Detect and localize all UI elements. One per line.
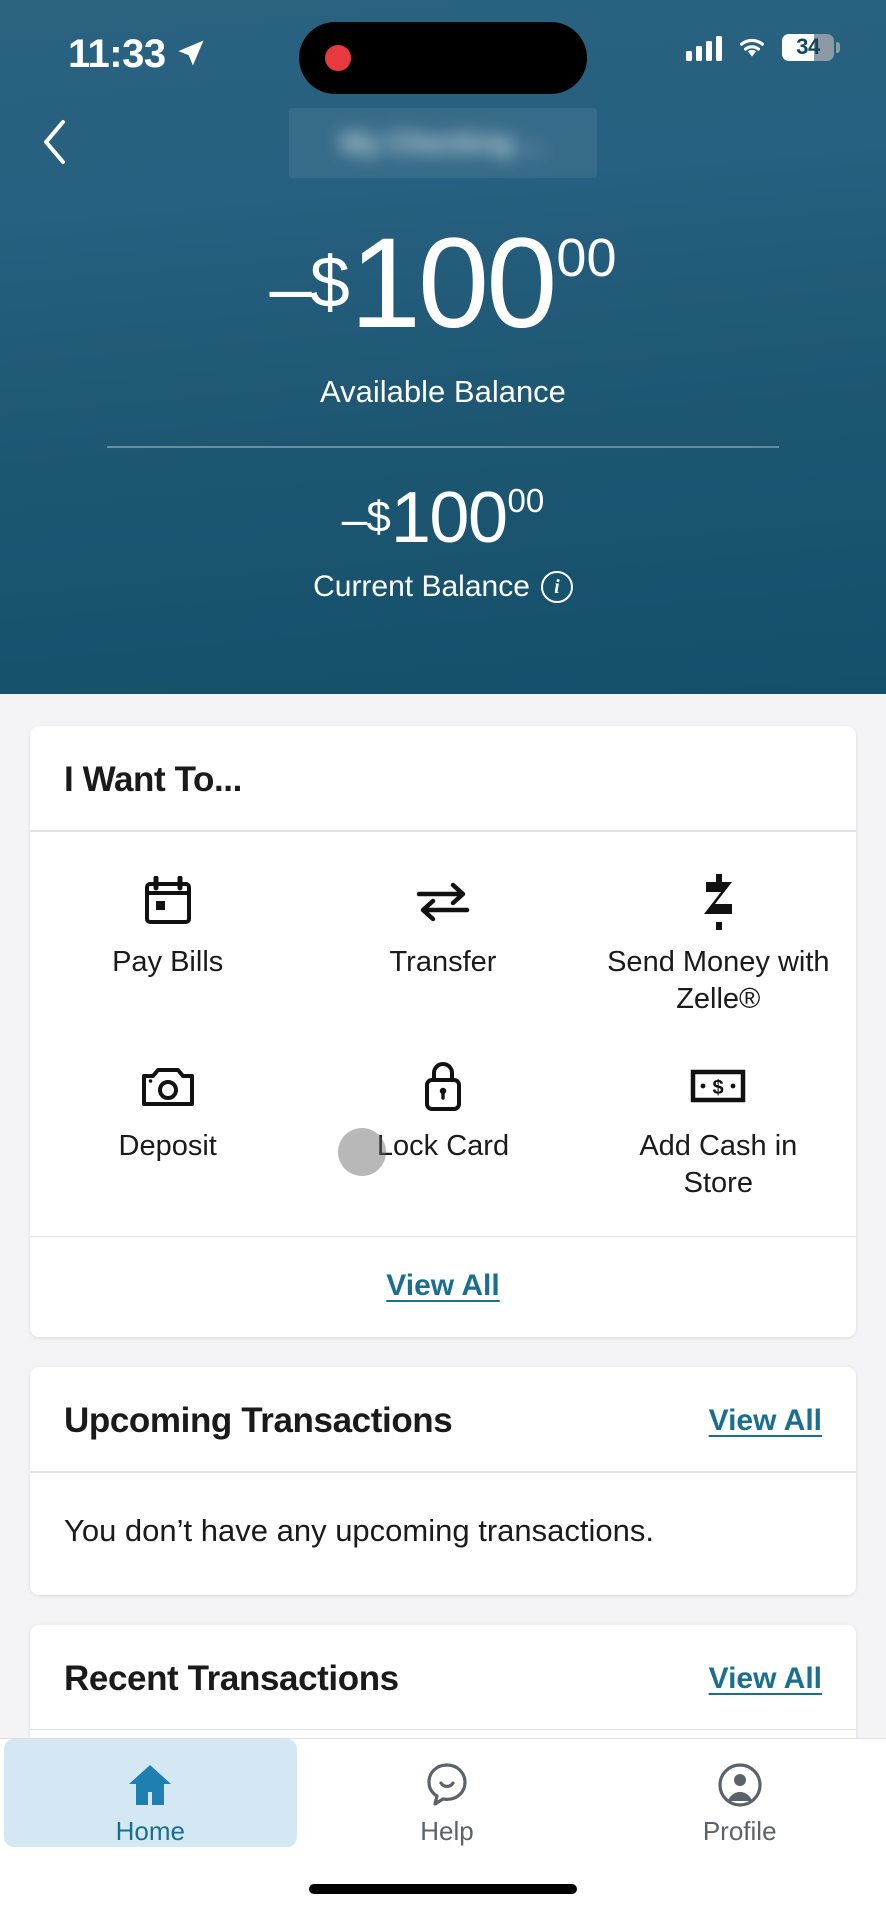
cellular-bars-icon [686,33,722,61]
status-bar-time: 11:33 [68,32,166,76]
i-want-to-header: I Want To... [30,726,856,830]
current-balance-cents: 00 [507,481,545,519]
action-label: Add Cash in Store [639,1129,798,1199]
tab-label: Help [420,1816,474,1846]
action-label: Send Money with Zelle® [607,945,830,1015]
tab-home[interactable]: Home [4,1739,297,1847]
available-balance-dollars: 100 [349,212,558,355]
wifi-icon [736,34,768,60]
tab-label: Home [115,1816,186,1846]
account-header: 11:33 34 My Checking ... –$10000 Availab… [0,0,886,694]
lock-icon [421,1058,465,1114]
available-balance-label: Available Balance [320,374,566,409]
info-icon[interactable]: i [540,571,573,603]
tab-help[interactable]: Help [301,1739,594,1847]
action-grid: Pay Bills Transfer Send Money with Zelle… [30,832,856,1236]
upcoming-empty-message: You don’t have any upcoming transactions… [64,1512,654,1548]
i-want-to-view-all-row: View All [30,1237,856,1337]
current-balance-amount: –$10000 [0,482,886,554]
i-want-to-title: I Want To... [64,760,242,799]
action-label: Transfer [389,945,497,978]
current-balance-label: Current Balance [313,570,530,603]
home-icon [126,1761,174,1808]
transfer-arrows-icon [415,874,471,930]
action-transfer[interactable]: Transfer [305,858,580,1042]
recent-transactions-header: Recent Transactions View All [30,1625,856,1729]
home-indicator [309,1884,577,1894]
i-want-to-card: I Want To... Pay Bills Transfer Send Mon… [30,726,856,1338]
action-label: Pay Bills [112,945,224,978]
chat-smile-icon [425,1761,469,1808]
balance-divider [107,446,779,448]
i-want-to-view-all-link[interactable]: View All [386,1269,499,1302]
calendar-icon [143,874,193,930]
action-send-money-zelle[interactable]: Send Money with Zelle® [581,858,856,1042]
current-balance-dollars: 100 [390,478,508,558]
tab-profile[interactable]: Profile [593,1739,886,1847]
recent-view-all-link[interactable]: View All [709,1662,822,1696]
current-balance-label-row: Current Balance i [0,570,886,604]
banknote-icon: $ [690,1058,746,1114]
available-balance-cents: 00 [556,227,617,288]
back-button[interactable] [26,112,82,172]
current-balance-currency: $ [366,492,391,542]
upcoming-transactions-title: Upcoming Transactions [64,1401,453,1441]
action-lock-card[interactable]: Lock Card [305,1042,580,1226]
action-label: Lock Card [376,1129,510,1162]
tab-label: Profile [702,1816,777,1846]
location-arrow-icon [176,38,206,68]
available-balance-sign: – [269,246,312,332]
person-circle-icon [717,1761,763,1808]
upcoming-transactions-card: Upcoming Transactions View All You don’t… [30,1367,856,1595]
upcoming-transactions-header: Upcoming Transactions View All [30,1367,856,1471]
camera-icon [141,1058,195,1114]
account-title-redacted: My Checking ... [289,108,597,178]
battery-percent: 34 [796,34,820,59]
battery-indicator: 34 [782,33,840,61]
available-balance-currency: $ [309,242,350,323]
current-balance-sign: – [341,493,368,546]
action-pay-bills[interactable]: Pay Bills [30,858,305,1042]
action-label: Deposit [118,1129,217,1162]
available-balance-amount: –$10000 [0,220,886,348]
content-scroll[interactable]: I Want To... Pay Bills Transfer Send Mon… [0,694,886,1920]
zelle-icon [698,873,738,930]
svg-text:$: $ [713,1077,724,1099]
status-bar-indicators: 34 [686,33,840,61]
upcoming-view-all-link[interactable]: View All [709,1404,822,1438]
phone-screen: 11:33 34 My Checking ... –$10000 Availab… [0,0,886,1920]
nav-row: My Checking ... [0,108,886,198]
recording-dot-icon [325,45,351,71]
action-add-cash-in-store[interactable]: $ Add Cash in Store [581,1042,856,1226]
recent-transactions-title: Recent Transactions [64,1658,399,1698]
action-deposit[interactable]: Deposit [30,1042,305,1226]
status-bar: 11:33 34 [0,0,886,110]
account-title-text: My Checking ... [341,127,545,158]
dynamic-island [299,22,587,94]
